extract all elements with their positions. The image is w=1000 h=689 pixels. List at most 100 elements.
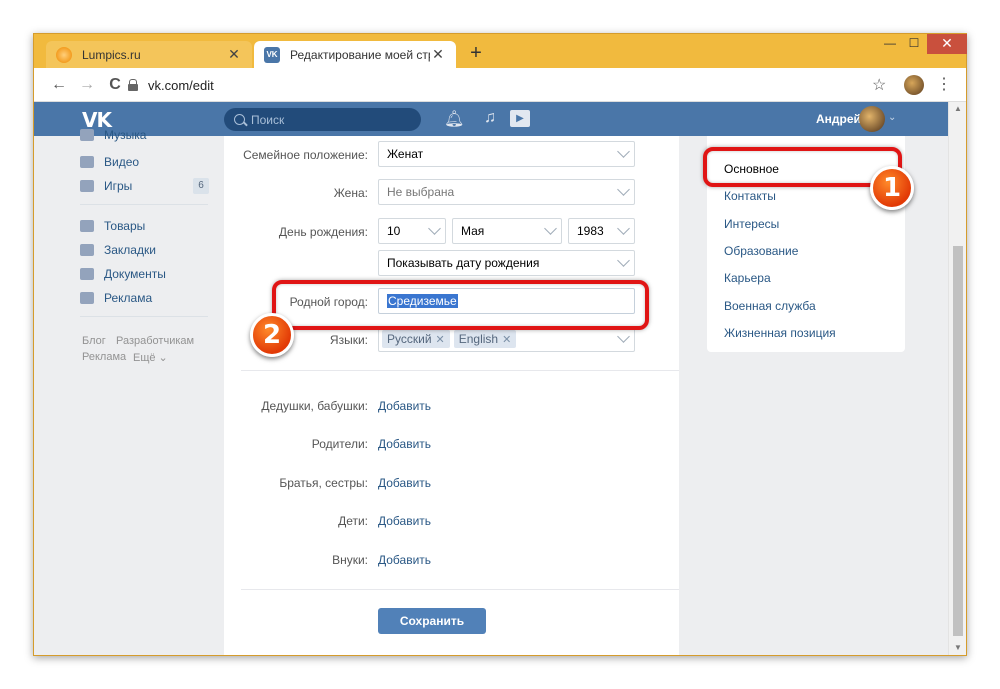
sidebar-item-music[interactable]: Музыка xyxy=(80,128,210,142)
bell-icon[interactable]: 🔔︎ xyxy=(444,109,464,129)
footer-link-blog[interactable]: Блог xyxy=(82,335,106,347)
user-avatar[interactable] xyxy=(859,106,885,132)
footer-link-more[interactable]: Ещё ⌄ xyxy=(133,351,168,364)
chevron-down-icon xyxy=(617,145,630,158)
menu-item-interests[interactable]: Интересы xyxy=(724,217,779,231)
tab-lumpics[interactable]: Lumpics.ru ✕ xyxy=(46,41,252,68)
window-close-button[interactable]: ✕ xyxy=(927,34,967,54)
music-icon[interactable]: ♫ xyxy=(484,109,496,127)
sidebar-item-label: Музыка xyxy=(104,128,147,142)
sidebar-item-goods[interactable]: Товары xyxy=(80,216,210,236)
marital-status-select[interactable]: Женат xyxy=(378,141,635,167)
tab-close-icon[interactable]: ✕ xyxy=(226,46,242,63)
birth-year-value: 1983 xyxy=(577,224,604,238)
footer-link-ads[interactable]: Реклама xyxy=(82,351,126,363)
sidebar-item-label: Товары xyxy=(104,219,146,233)
music-icon xyxy=(80,129,94,141)
address-bar[interactable]: vk.com/edit xyxy=(128,72,828,98)
menu-item-career[interactable]: Карьера xyxy=(724,271,771,285)
siblings-label: Братья, сестры: xyxy=(279,476,368,490)
tab-close-icon[interactable]: ✕ xyxy=(430,46,446,63)
add-parents-link[interactable]: Добавить xyxy=(378,437,431,451)
maximize-button[interactable]: ☐ xyxy=(900,34,928,54)
add-grandparents-link[interactable]: Добавить xyxy=(378,399,431,413)
tab-vk-edit[interactable]: VK Редактирование моей страницы ✕ xyxy=(254,41,456,68)
menu-item-military[interactable]: Военная служба xyxy=(724,299,816,313)
scroll-up-icon[interactable]: ▲ xyxy=(953,104,963,113)
birth-month-select[interactable]: Мая xyxy=(452,218,562,244)
search-placeholder: Поиск xyxy=(251,112,285,127)
add-siblings-link[interactable]: Добавить xyxy=(378,476,431,490)
chevron-down-icon xyxy=(617,254,630,267)
forward-icon[interactable]: → xyxy=(76,74,98,96)
sidebar-item-ads[interactable]: Реклама xyxy=(80,288,210,308)
marital-status-label: Семейное положение: xyxy=(243,148,368,162)
parents-label: Родители: xyxy=(311,437,368,451)
bookmark-star-icon[interactable]: ☆ xyxy=(872,75,886,95)
tab-title: Lumpics.ru xyxy=(82,47,141,62)
star-icon xyxy=(80,244,94,256)
sidebar-item-games[interactable]: Игры 6 xyxy=(80,176,210,196)
remove-tag-icon[interactable]: ✕ xyxy=(436,333,445,346)
menu-item-education[interactable]: Образование xyxy=(724,244,798,258)
chevron-down-icon xyxy=(617,222,630,235)
remove-tag-icon[interactable]: ✕ xyxy=(502,333,511,346)
scroll-down-icon[interactable]: ▼ xyxy=(953,643,963,652)
tab-title: Редактирование моей страницы xyxy=(290,47,430,62)
vk-favicon-icon: VK xyxy=(264,46,280,63)
back-icon[interactable]: ← xyxy=(48,74,70,96)
browser-menu-icon[interactable]: ⋮ xyxy=(936,74,952,94)
browser-toolbar: ← → C vk.com/edit ☆ ⋮ xyxy=(34,68,966,102)
spouse-select[interactable]: Не выбрана xyxy=(378,179,635,205)
search-input[interactable]: Поиск xyxy=(224,108,421,131)
birth-day-select[interactable]: 10 xyxy=(378,218,446,244)
scroll-thumb[interactable] xyxy=(953,246,963,636)
birth-year-select[interactable]: 1983 xyxy=(568,218,635,244)
profile-avatar[interactable] xyxy=(904,75,924,95)
languages-label: Языки: xyxy=(329,333,368,347)
spouse-value: Не выбрана xyxy=(387,185,455,199)
birthday-label: День рождения: xyxy=(278,225,368,239)
save-button[interactable]: Сохранить xyxy=(378,608,486,634)
user-name[interactable]: Андрей xyxy=(816,112,861,126)
browser-window: Lumpics.ru ✕ VK Редактирование моей стра… xyxy=(33,33,967,656)
sidebar-item-documents[interactable]: Документы xyxy=(80,264,210,284)
chevron-down-icon[interactable]: ⌄ xyxy=(888,112,896,123)
add-children-link[interactable]: Добавить xyxy=(378,514,431,528)
section-divider xyxy=(241,589,679,590)
chevron-down-icon xyxy=(428,222,441,235)
marital-status-value: Женат xyxy=(387,147,424,161)
birth-month-value: Мая xyxy=(461,224,485,238)
language-tag-label: Русский xyxy=(387,332,432,346)
sidebar-item-label: Игры xyxy=(104,179,133,193)
section-divider xyxy=(241,370,679,371)
sidebar-item-label: Закладки xyxy=(104,243,156,257)
page-scrollbar[interactable]: ▲ ▼ xyxy=(948,102,966,655)
spouse-label: Жена: xyxy=(333,186,368,200)
birthday-visibility-select[interactable]: Показывать дату рождения xyxy=(378,250,635,276)
chevron-down-icon xyxy=(544,222,557,235)
new-tab-button[interactable]: + xyxy=(466,43,486,63)
language-tag-label: English xyxy=(458,332,499,346)
add-grandchildren-link[interactable]: Добавить xyxy=(378,553,431,567)
document-icon xyxy=(80,268,94,280)
video-icon[interactable]: ▶ xyxy=(510,110,530,127)
url-text: vk.com/edit xyxy=(148,77,214,93)
menu-item-life-position[interactable]: Жизненная позиция xyxy=(724,326,836,340)
sidebar-divider xyxy=(80,316,208,317)
gamepad-icon xyxy=(80,180,94,192)
menu-item-contacts[interactable]: Контакты xyxy=(724,189,776,203)
sidebar-item-video[interactable]: Видео xyxy=(80,152,210,172)
children-label: Дети: xyxy=(338,514,368,528)
sidebar-item-label: Реклама xyxy=(104,291,153,305)
grandchildren-label: Внуки: xyxy=(332,553,368,567)
callout-box-hometown xyxy=(272,280,649,330)
step-marker-2: 2 xyxy=(250,313,294,357)
reload-icon[interactable]: C xyxy=(104,74,126,96)
megaphone-icon xyxy=(80,292,94,304)
language-tag: Русский ✕ xyxy=(382,330,450,348)
lumpics-favicon-icon xyxy=(56,46,72,63)
footer-link-developers[interactable]: Разработчикам xyxy=(116,335,194,347)
film-icon xyxy=(80,156,94,168)
sidebar-item-bookmarks[interactable]: Закладки xyxy=(80,240,210,260)
